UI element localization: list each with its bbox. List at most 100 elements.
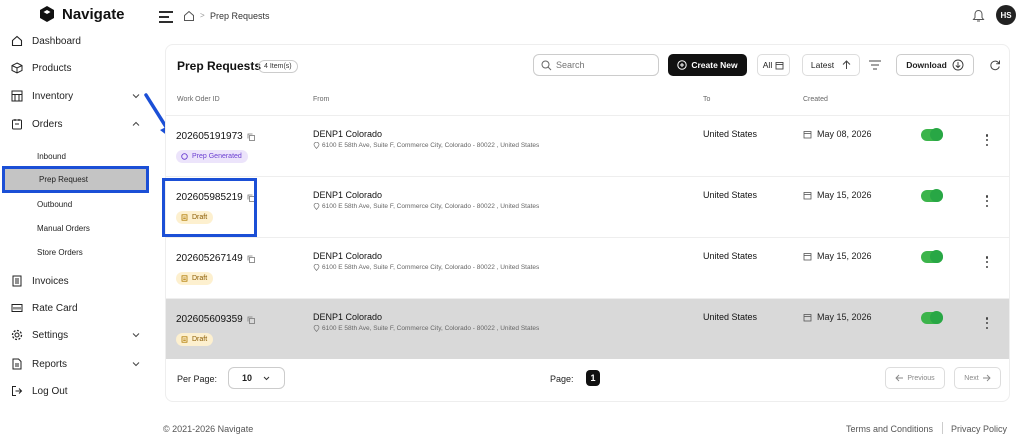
search-box[interactable] — [533, 54, 659, 76]
sort-button[interactable]: Latest — [802, 54, 860, 76]
page-number-button[interactable]: 1 — [586, 370, 600, 386]
more-options-icon[interactable] — [985, 134, 989, 146]
terms-link[interactable]: Terms and Conditions — [846, 424, 933, 434]
previous-page-button[interactable]: Previous — [885, 367, 945, 389]
table-row[interactable]: 202605191973 Prep Generated DENP1 Colora… — [166, 115, 1009, 176]
sidebar-subitem-inbound[interactable]: Inbound — [0, 145, 150, 167]
breadcrumb-separator: > — [200, 11, 205, 20]
sidebar-item-label: Dashboard — [32, 35, 81, 47]
created-date: May 15, 2026 — [803, 312, 872, 322]
more-options-icon[interactable] — [985, 256, 989, 268]
download-icon — [952, 59, 964, 71]
download-button[interactable]: Download — [896, 54, 974, 76]
box-icon — [10, 62, 23, 75]
created-date-text: May 15, 2026 — [817, 312, 872, 322]
sidebar-item-label: Inventory — [32, 90, 74, 102]
column-header-from: From — [313, 96, 330, 103]
top-header: > Prep Requests HS — [150, 0, 1024, 34]
sidebar-item-reports[interactable]: Reports — [0, 352, 150, 376]
refresh-icon[interactable] — [989, 59, 1001, 71]
avatar[interactable]: HS — [996, 5, 1016, 25]
work-order-id: 202605267149 — [176, 253, 255, 264]
sidebar-subitem-prep-request[interactable]: Prep Request — [2, 166, 149, 193]
sidebar-item-orders[interactable]: Orders — [0, 112, 150, 136]
sidebar-item-dashboard[interactable]: Dashboard — [0, 29, 150, 53]
per-page-select[interactable]: 10 — [228, 367, 285, 389]
calendar-icon — [803, 313, 812, 321]
calendar-icon — [803, 191, 812, 199]
sidebar-item-label: Reports — [32, 358, 68, 370]
from-name: DENP1 Colorado — [313, 190, 383, 200]
sidebar-subitem-outbound[interactable]: Outbound — [0, 193, 150, 215]
gear-icon — [10, 329, 23, 342]
more-options-icon[interactable] — [985, 195, 989, 207]
to-destination: United States — [703, 312, 758, 322]
previous-label: Previous — [907, 374, 935, 382]
chevron-down-icon — [132, 362, 140, 367]
copy-icon[interactable] — [247, 316, 255, 324]
sidebar-item-invoices[interactable]: Invoices — [0, 269, 150, 293]
active-toggle[interactable] — [921, 311, 943, 324]
copy-icon[interactable] — [247, 255, 255, 263]
sidebar-item-inventory[interactable]: Inventory — [0, 84, 150, 108]
chevron-down-icon — [132, 333, 140, 338]
sidebar-item-products[interactable]: Products — [0, 56, 150, 80]
column-header-to: To — [703, 96, 711, 103]
home-icon — [10, 35, 23, 48]
page-title: Prep Requests — [177, 59, 262, 73]
table-row[interactable]: 202605985219 Draft DENP1 Colorado 6100 E… — [166, 176, 1009, 237]
status-badge: Prep Generated — [176, 150, 248, 163]
sidebar-subitem-manual-orders[interactable]: Manual Orders — [0, 217, 150, 239]
sidebar-item-settings[interactable]: Settings — [0, 323, 150, 347]
logout-icon — [10, 385, 23, 398]
breadcrumb-home-icon[interactable] — [183, 10, 195, 22]
arrow-up-icon — [842, 60, 851, 69]
copy-icon[interactable] — [247, 133, 255, 141]
brand[interactable]: Navigate — [38, 5, 125, 23]
sidebar-item-logout[interactable]: Log Out — [0, 379, 150, 403]
hamburger-menu-icon[interactable] — [159, 11, 173, 23]
work-order-id: 202605609359 — [176, 314, 255, 325]
sidebar-item-label: Rate Card — [32, 302, 78, 314]
search-input[interactable] — [556, 58, 654, 72]
privacy-link[interactable]: Privacy Policy — [951, 424, 1007, 434]
create-new-button[interactable]: Create New — [668, 54, 747, 76]
orders-icon — [10, 118, 23, 131]
more-options-icon[interactable] — [985, 317, 989, 329]
table-row[interactable]: 202605609359 Draft DENP1 Colorado 6100 E… — [166, 298, 1009, 359]
next-page-button[interactable]: Next — [954, 367, 1001, 389]
breadcrumb-current: Prep Requests — [210, 11, 270, 21]
active-toggle[interactable] — [921, 128, 943, 141]
work-order-id: 202605191973 — [176, 131, 255, 142]
sort-label: Latest — [810, 60, 835, 70]
brand-name: Navigate — [62, 5, 125, 23]
bell-icon[interactable] — [972, 9, 985, 23]
sidebar-item-label: Orders — [32, 118, 63, 130]
from-address: 6100 E 58th Ave, Suite F, Commerce City,… — [313, 203, 539, 210]
filter-icon[interactable] — [868, 59, 882, 71]
active-toggle[interactable] — [921, 250, 943, 263]
created-date-text: May 15, 2026 — [817, 190, 872, 200]
status-label: Draft — [192, 275, 208, 282]
settings-badge-icon — [181, 153, 188, 160]
created-date: May 15, 2026 — [803, 251, 872, 261]
date-filter-button[interactable]: All — [757, 54, 790, 76]
status-badge: Draft — [176, 272, 214, 285]
active-toggle[interactable] — [921, 189, 943, 202]
sidebar-subitem-label: Outbound — [37, 199, 73, 209]
created-date-text: May 15, 2026 — [817, 251, 872, 261]
rate-card-icon — [10, 302, 23, 315]
sidebar-item-label: Products — [32, 62, 72, 74]
per-page-label: Per Page: — [177, 374, 218, 384]
sidebar-subitem-store-orders[interactable]: Store Orders — [0, 241, 150, 263]
column-header-woid: Work Oder ID — [177, 96, 220, 103]
to-destination: United States — [703, 251, 758, 261]
work-order-id-text: 202605267149 — [176, 253, 243, 264]
next-label: Next — [964, 374, 979, 382]
report-icon — [10, 358, 23, 371]
sidebar-item-rate-card[interactable]: Rate Card — [0, 296, 150, 320]
sidebar-subitem-label: Manual Orders — [37, 223, 90, 233]
table-row[interactable]: 202605267149 Draft DENP1 Colorado 6100 E… — [166, 237, 1009, 298]
prep-requests-card: Prep Requests 4 Item(s) Create New All L… — [165, 44, 1010, 402]
create-new-label: Create New — [691, 60, 738, 70]
